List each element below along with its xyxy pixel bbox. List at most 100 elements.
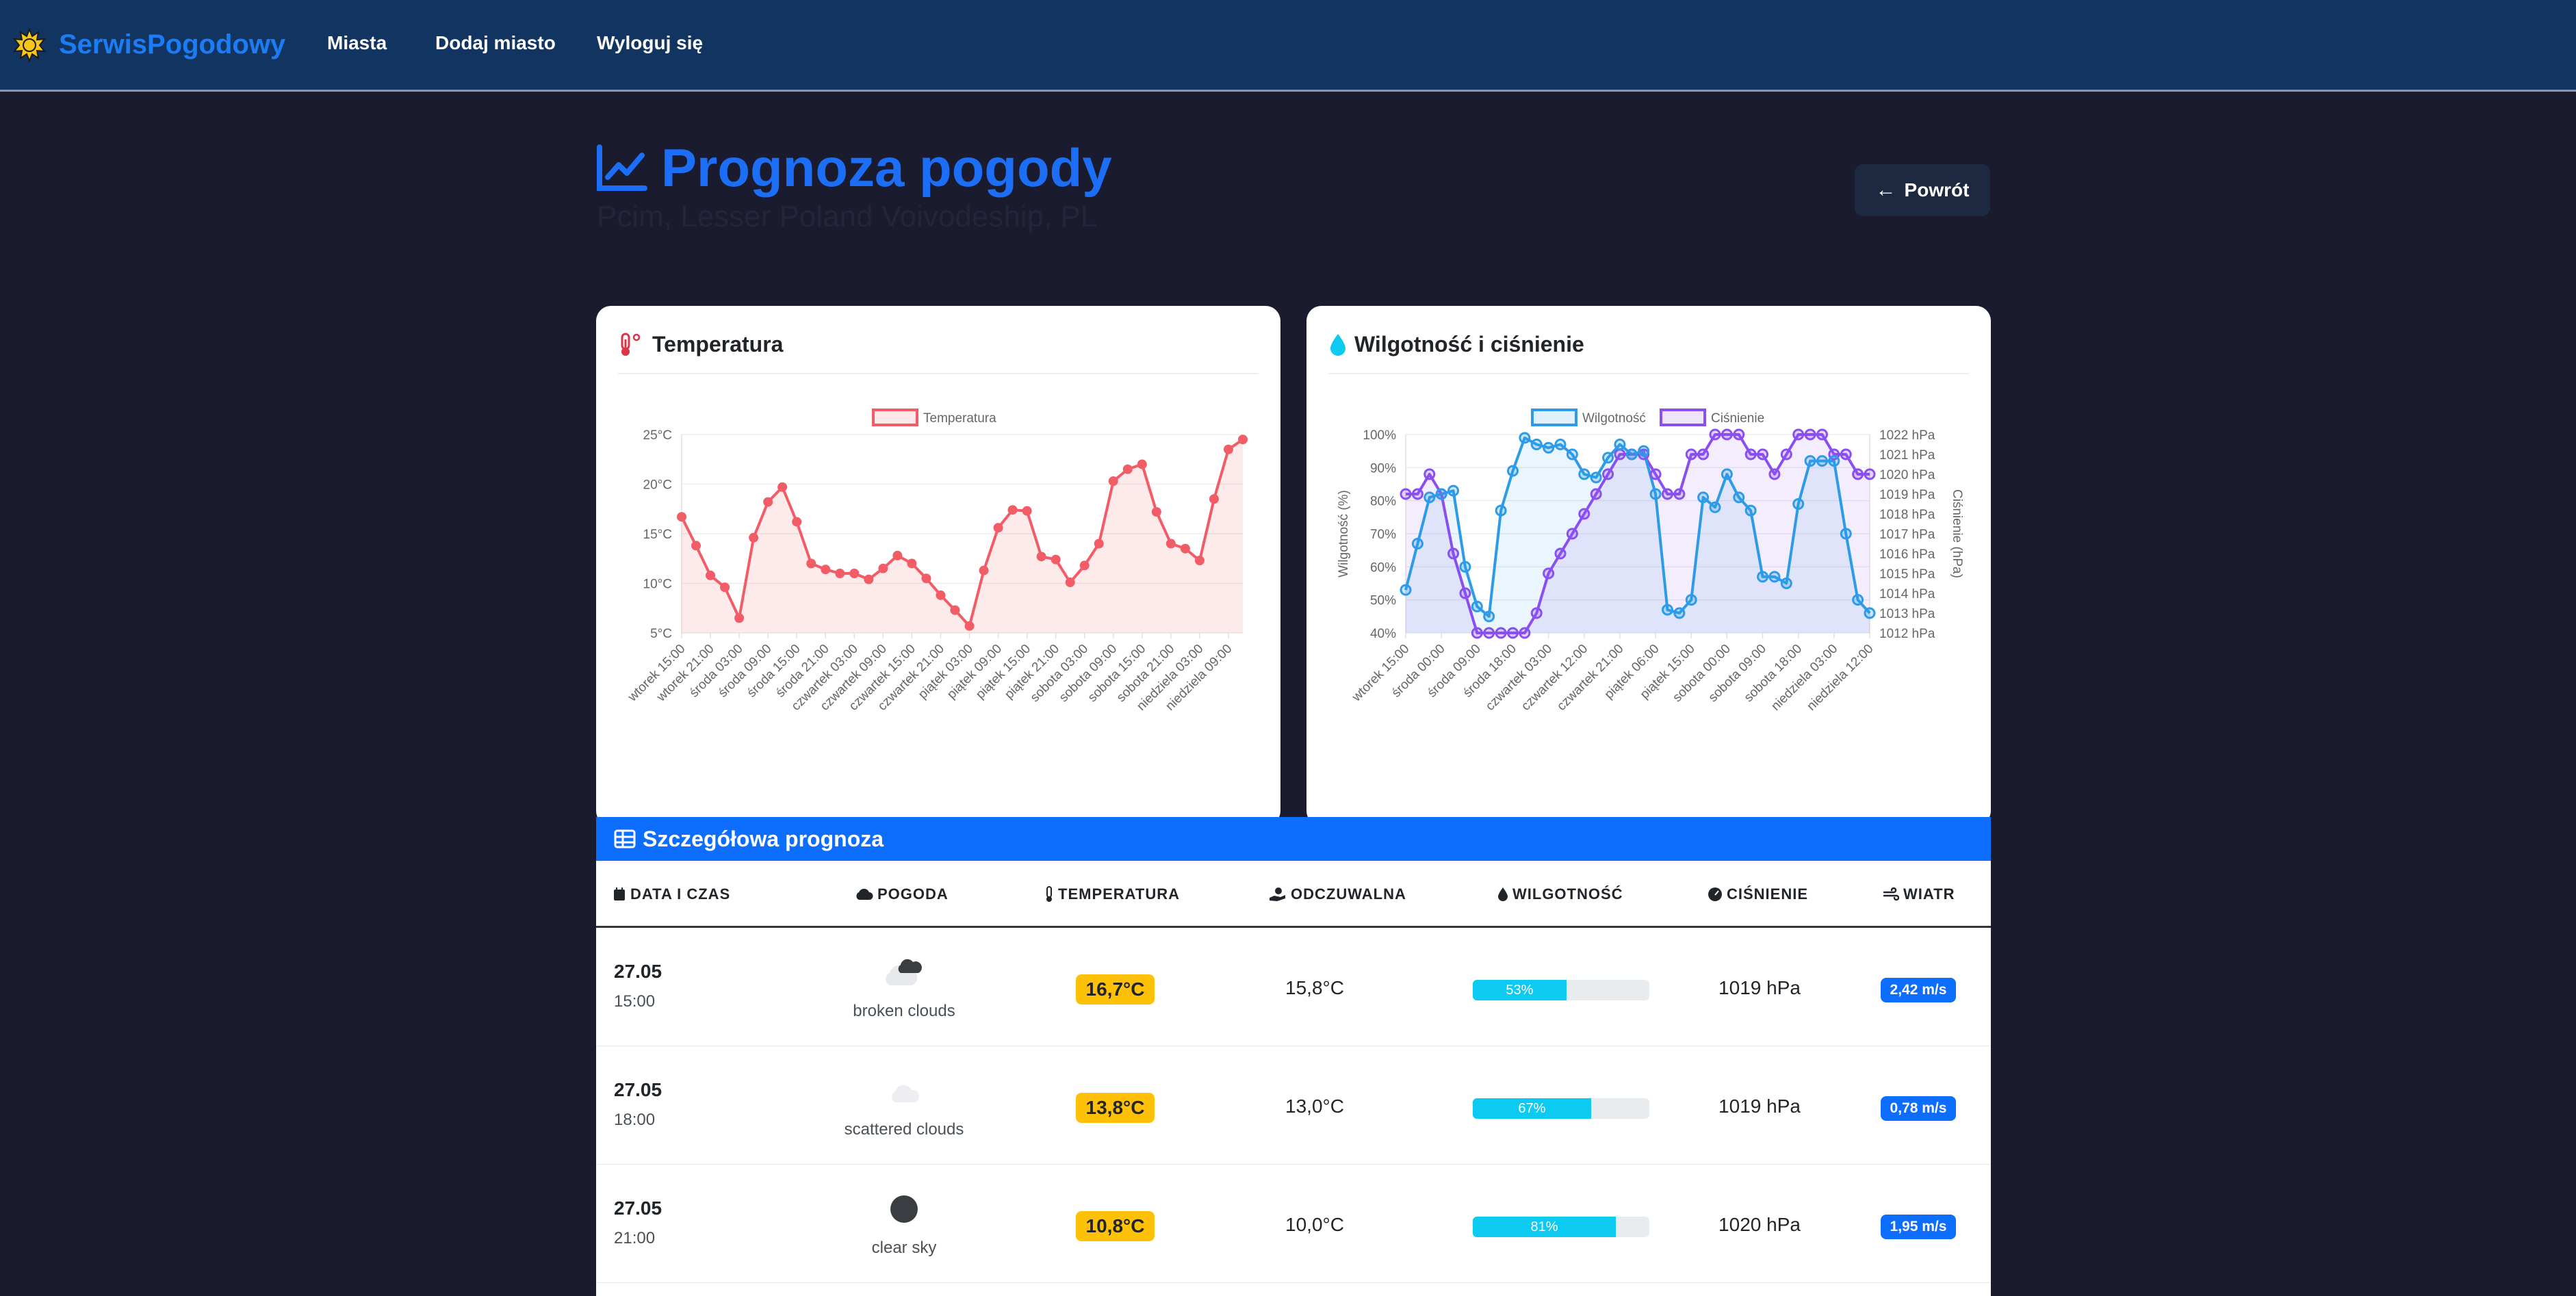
row-weather-description: broken clouds [853, 1002, 955, 1020]
y2-tick-label: 1019 hPa [1879, 488, 1935, 502]
humidity-point [1530, 439, 1543, 450]
column-header-wind[interactable]: WIATR [1883, 885, 1955, 903]
back-button[interactable]: ← Powrót [1855, 164, 1990, 216]
temperature-point [734, 613, 745, 623]
temperature-point [1022, 506, 1032, 516]
temperature-point [849, 569, 860, 578]
pressure-point [1685, 448, 1697, 461]
clear-sky-icon [890, 1195, 918, 1223]
thermometer-icon [621, 333, 641, 356]
pressure-point [1816, 428, 1828, 441]
location-subtitle: Pcim, Lesser Poland Voivodeship, PL [597, 200, 1098, 233]
temperature-point [1122, 464, 1133, 474]
humidity-progress-bar: 67% [1473, 1098, 1649, 1119]
humidity-point [1625, 448, 1638, 461]
humidity-point [1804, 455, 1816, 467]
temperature-point [720, 582, 730, 593]
nav-link-wyloguj[interactable]: Wyloguj się [597, 32, 703, 54]
temperature-point [1151, 507, 1161, 517]
temperature-point [964, 621, 975, 631]
humidity-point [1649, 488, 1662, 500]
column-header-feels-like[interactable]: ODCZUWALNA [1269, 885, 1406, 903]
column-header-pressure[interactable]: CIŚNIENIE [1708, 885, 1808, 903]
nav-link-dodaj-miasto[interactable]: Dodaj miasto [435, 32, 556, 54]
hand-holding-icon [1270, 887, 1285, 901]
humidity-point [1828, 455, 1840, 467]
pressure-point [1673, 488, 1686, 500]
humidity-point [1709, 501, 1721, 513]
humidity-point [1447, 484, 1460, 497]
temperature-card-title: Temperatura [652, 332, 784, 357]
humidity-pressure-card: 1012 hPa 1013 hPa 1014 hPa 1015 hPa 1016 hPa… [1306, 306, 1991, 826]
column-header-date[interactable]: DATA I CZAS [613, 885, 730, 903]
brand-link[interactable]: SerwisPogodowy [12, 27, 285, 62]
humidity-point [1721, 468, 1733, 480]
y-axis-title: Wilgotność (%) [1337, 490, 1351, 578]
broken-clouds-icon [886, 959, 922, 985]
thermometer-icon [1046, 886, 1052, 902]
row-weather-description: clear sky [871, 1239, 937, 1257]
temperature-point [1180, 543, 1190, 554]
pressure-point [1447, 547, 1460, 560]
sun-icon [12, 27, 47, 62]
row-time: 21:00 [614, 1229, 656, 1247]
y-tick-label: 70% [1370, 528, 1396, 542]
pressure-point [1495, 627, 1507, 639]
pressure-point [1411, 488, 1424, 500]
humidity-point [1733, 491, 1745, 504]
y2-tick-label: 1021 hPa [1879, 448, 1935, 463]
humidity-point [1543, 441, 1555, 454]
forecast-table-section: Szczegółowa prognoza DATA I CZAS POGODA … [596, 817, 1991, 1296]
temperature-badge: 13,8°C [1076, 1093, 1155, 1123]
calendar-icon [614, 887, 625, 900]
y2-tick-label: 1020 hPa [1879, 468, 1935, 482]
row-date: 27.05 [614, 1197, 662, 1219]
humidity-card-title: Wilgotność i ciśnienie [1354, 332, 1584, 357]
y-tick-label: 40% [1370, 627, 1396, 641]
wind-badge: 1,95 m/s [1881, 1215, 1956, 1239]
navbar: SerwisPogodowy Miasta Dodaj miasto Wylog… [0, 0, 2576, 92]
y2-tick-label: 1017 hPa [1879, 528, 1935, 542]
temperature-point [1194, 556, 1205, 566]
humidity-point [1590, 471, 1602, 484]
y2-axis-title: Ciśnienie (hPa) [1950, 489, 1964, 578]
temperature-point [749, 532, 759, 543]
pressure-point [1543, 567, 1555, 580]
pressure-value: 1020 hPa [1718, 1214, 1801, 1235]
pressure-point [1852, 468, 1864, 480]
pressure-point [1554, 547, 1567, 560]
humidity-point [1411, 538, 1424, 549]
y-tick-label: 10°C [643, 578, 672, 592]
pressure-point [1566, 528, 1578, 540]
temperature-point [1223, 444, 1233, 454]
pressure-point [1400, 488, 1412, 500]
back-button-label: Powrót [1904, 179, 1970, 200]
chart-line-icon [597, 144, 647, 191]
feels-like-value: 15,8°C [1285, 977, 1344, 998]
humidity-point [1483, 610, 1495, 623]
humidity-point [1757, 571, 1769, 583]
temperature-point [1007, 505, 1018, 515]
pressure-point [1519, 627, 1531, 639]
temperature-card-header: Temperatura [618, 332, 783, 357]
humidity-point [1459, 560, 1471, 573]
humidity-point [1495, 504, 1507, 517]
y2-tick-label: 1014 hPa [1879, 587, 1935, 601]
humidity-point [1506, 465, 1519, 477]
column-header-humidity[interactable]: WILGOTNOŚĆ [1497, 885, 1623, 903]
column-header-weather[interactable]: POGODA [854, 885, 949, 903]
pressure-point [1424, 468, 1436, 480]
pressure-point [1721, 428, 1733, 441]
nav-link-miasta[interactable]: Miasta [327, 32, 387, 54]
humidity-point [1780, 578, 1792, 589]
temperature-point [878, 563, 888, 573]
humidity-point [1602, 452, 1614, 464]
humidity-progress-bar: 81% [1473, 1217, 1649, 1237]
humidity-progress-fill: 81% [1473, 1217, 1616, 1237]
pressure-point [1530, 607, 1543, 619]
table-row: 27.05 18:00 scattered clouds 13,8°C 13,0… [596, 1046, 1991, 1165]
card-divider [618, 373, 1259, 374]
column-header-temperature[interactable]: TEMPERATURA [1044, 885, 1180, 903]
pressure-point [1840, 448, 1852, 461]
temperature-point [1238, 435, 1248, 445]
